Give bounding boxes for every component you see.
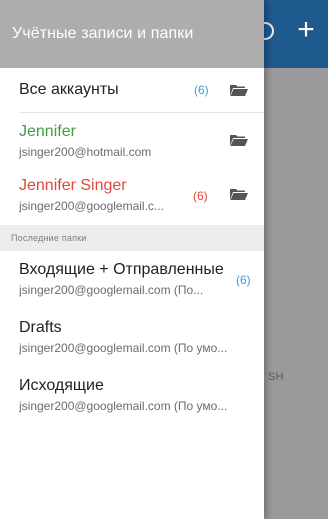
all-accounts-item[interactable]: Все аккаунты (6) bbox=[0, 68, 264, 112]
folder-name: Входящие + Отправленные bbox=[19, 261, 224, 278]
folder-account: jsinger200@googlemail.com (По... bbox=[19, 283, 204, 297]
drawer-header: Учётные записи и папки bbox=[0, 0, 264, 68]
folder-item-drafts[interactable]: Drafts jsinger200@googlemail.com (По умо… bbox=[0, 309, 264, 367]
folder-item-inbox-sent[interactable]: Входящие + Отправленные jsinger200@googl… bbox=[0, 251, 264, 309]
account-name: Jennifer Singer bbox=[19, 177, 127, 194]
folder-name: Исходящие bbox=[19, 377, 104, 394]
drawer-title: Учётные записи и папки bbox=[12, 25, 194, 42]
folder-icon[interactable] bbox=[230, 188, 248, 200]
folder-account: jsinger200@googlemail.com (По умо... bbox=[19, 399, 228, 413]
account-unread-count: (6) bbox=[193, 189, 208, 203]
account-name: Jennifer bbox=[19, 123, 76, 140]
account-item-jennifer-googlemail[interactable]: Jennifer Singer jsinger200@googlemail.c.… bbox=[0, 167, 264, 221]
folder-icon[interactable] bbox=[230, 84, 248, 96]
folder-icon[interactable] bbox=[230, 134, 248, 146]
all-accounts-label: Все аккаунты bbox=[19, 81, 119, 98]
account-item-jennifer-hotmail[interactable]: Jennifer jsinger200@hotmail.com bbox=[0, 113, 264, 167]
folder-unread-count: (6) bbox=[236, 273, 251, 287]
all-accounts-unread-count: (6) bbox=[194, 83, 209, 97]
folder-name: Drafts bbox=[19, 319, 62, 336]
account-email: jsinger200@hotmail.com bbox=[19, 145, 152, 159]
app-content-snippet: SH bbox=[268, 371, 284, 383]
accounts-folders-drawer: Учётные записи и папки Все аккаунты (6) … bbox=[0, 0, 264, 519]
account-email: jsinger200@googlemail.c... bbox=[19, 199, 164, 213]
folder-item-outbox[interactable]: Исходящие jsinger200@googlemail.com (По … bbox=[0, 367, 264, 425]
folder-account: jsinger200@googlemail.com (По умо... bbox=[19, 341, 228, 355]
plus-icon[interactable]: + bbox=[292, 15, 320, 45]
recent-folders-label: Последние папки bbox=[11, 233, 87, 243]
recent-folders-header: Последние папки bbox=[0, 225, 264, 251]
